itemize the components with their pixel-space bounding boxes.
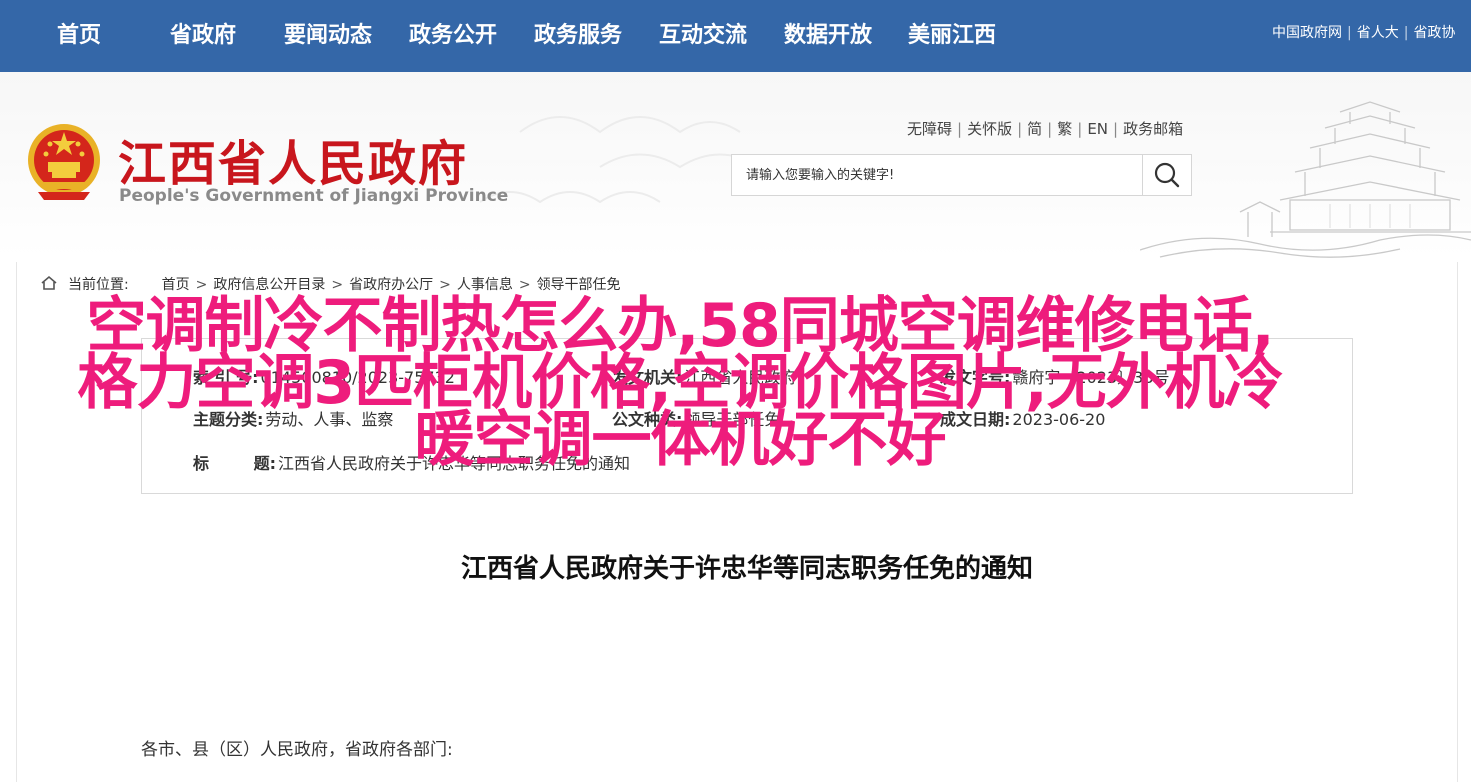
nav-provincial-gov[interactable]: 省政府: [170, 0, 236, 72]
top-nav-bar: 首页 省政府 要闻动态 政务公开 政务服务 互动交流 数据开放 美丽江西 中国政…: [0, 0, 1471, 72]
nav-beautiful-jiangxi[interactable]: 美丽江西: [908, 0, 996, 72]
overlay-line-1: 空调制冷不制热怎么办,58同城空调维修电话,: [86, 291, 1274, 361]
document-title: 江西省人民政府关于许忠华等同志职务任免的通知: [460, 554, 1033, 584]
link-provincial-congress[interactable]: 省人大: [1357, 25, 1399, 41]
site-header: 江西省人民政府 People's Government of Jiangxi P…: [0, 72, 1471, 258]
site-title[interactable]: 江西省人民政府: [118, 124, 468, 194]
link-china-gov[interactable]: 中国政府网: [1272, 25, 1342, 41]
nav-interaction[interactable]: 互动交流: [659, 0, 747, 72]
site-subtitle: People's Government of Jiangxi Province: [119, 186, 509, 206]
nav-news[interactable]: 要闻动态: [284, 0, 372, 72]
pavilion-illustration: [1140, 101, 1471, 258]
link-simplified[interactable]: 简: [1027, 120, 1042, 138]
link-traditional[interactable]: 繁: [1057, 120, 1072, 138]
link-english[interactable]: EN: [1087, 120, 1108, 138]
nav-gov-services[interactable]: 政务服务: [534, 0, 622, 72]
top-external-links: 中国政府网 | 省人大 | 省政协: [1272, 25, 1456, 41]
link-provincial-cppcc[interactable]: 省政协: [1413, 25, 1455, 41]
home-icon: [41, 275, 57, 290]
overlay-line-2: 格力空调3匹柜机价格,空调价格图片,无外机冷: [77, 348, 1283, 418]
link-care-version[interactable]: 关怀版: [967, 120, 1012, 138]
overlay-line-3: 暖空调一体机好不好: [414, 405, 947, 475]
nav-home[interactable]: 首页: [57, 0, 101, 72]
overlay-headline: 空调制冷不制热怎么办,58同城空调维修电话, 格力空调3匹柜机价格,空调价格图片…: [20, 291, 1340, 475]
search-input[interactable]: [732, 155, 1142, 195]
nav-gov-affairs-open[interactable]: 政务公开: [409, 0, 497, 72]
national-emblem-icon: [28, 124, 100, 200]
document-greeting: 各市、县（区）人民政府，省政府各部门:: [141, 740, 453, 760]
nav-open-data[interactable]: 数据开放: [784, 0, 872, 72]
search-box: [731, 154, 1192, 196]
link-accessibility[interactable]: 无障碍: [907, 120, 952, 138]
